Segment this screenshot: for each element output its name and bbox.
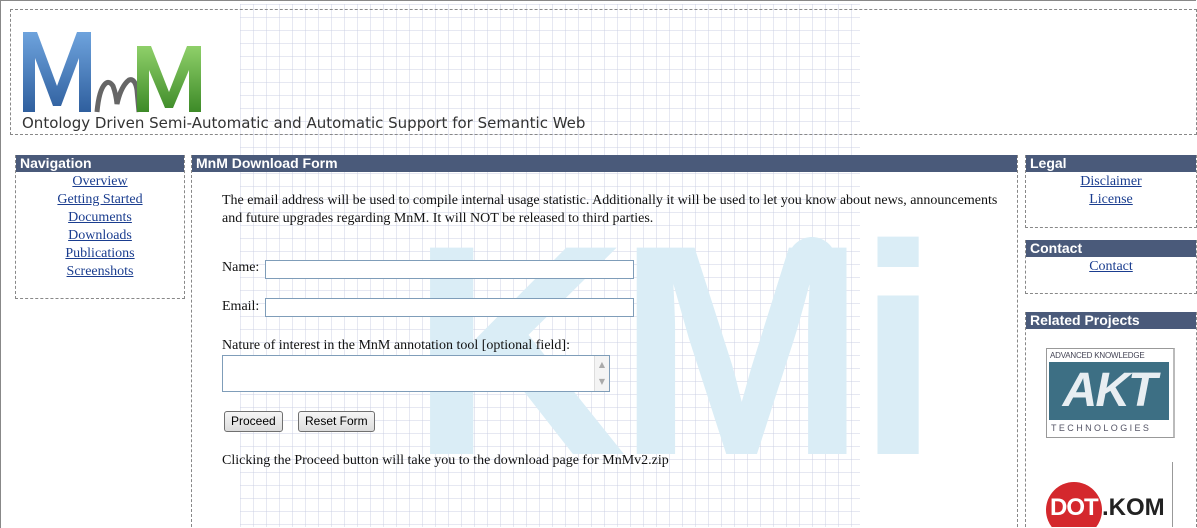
contact-list: Contact [1026, 257, 1196, 276]
nav-link-screenshots[interactable]: Screenshots [67, 264, 134, 279]
navigation-list: Overview Getting Started Documents Downl… [16, 172, 184, 281]
interest-label: Nature of interest in the MnM annotation… [222, 338, 570, 353]
download-form-body: The email address will be used to compil… [192, 192, 1017, 228]
akt-logo-letters: AKT [1062, 364, 1158, 417]
nav-link-overview[interactable]: Overview [72, 174, 127, 189]
dotkom-kom-text: .KOM [1102, 494, 1165, 521]
scroll-down-icon[interactable]: ▼ [595, 373, 609, 390]
nav-link-getting-started[interactable]: Getting Started [57, 192, 142, 207]
proceed-footnote: Clicking the Proceed button will take yo… [222, 453, 669, 468]
disclaimer-link[interactable]: Disclaimer [1080, 174, 1141, 189]
form-intro-text: The email address will be used to compil… [222, 193, 998, 226]
nav-link-downloads[interactable]: Downloads [68, 228, 132, 243]
nav-item-publications: Publications [16, 245, 184, 263]
name-label: Name: [222, 260, 260, 275]
navigation-panel: Navigation Overview Getting Started Docu… [15, 155, 185, 299]
name-input[interactable] [265, 260, 634, 279]
contact-panel: Contact Contact [1025, 240, 1197, 294]
email-input[interactable] [265, 298, 634, 317]
navigation-title: Navigation [16, 155, 184, 172]
site-header: Ontology Driven Semi-Automatic and Autom… [10, 9, 1197, 135]
mnm-logo [23, 32, 201, 113]
nav-item-overview: Overview [16, 173, 184, 191]
legal-title: Legal [1026, 155, 1196, 172]
nav-item-documents: Documents [16, 209, 184, 227]
license-link[interactable]: License [1089, 192, 1133, 207]
akt-logo[interactable]: ADVANCED KNOWLEDGE AKT TECHNOLOGIES [1046, 348, 1175, 438]
site-tagline: Ontology Driven Semi-Automatic and Autom… [22, 114, 586, 132]
contact-item: Contact [1026, 258, 1196, 276]
nav-item-getting-started: Getting Started [16, 191, 184, 209]
reset-form-button[interactable]: Reset Form [298, 411, 375, 432]
interest-row: Nature of interest in the MnM annotation… [222, 338, 570, 354]
legal-item-disclaimer: Disclaimer [1026, 173, 1196, 191]
interest-textarea[interactable]: ▲ ▼ [222, 355, 610, 392]
download-form-title: MnM Download Form [192, 155, 1017, 172]
akt-top-text: ADVANCED KNOWLEDGE [1050, 351, 1145, 360]
nav-item-screenshots: Screenshots [16, 263, 184, 281]
related-projects-title: Related Projects [1026, 312, 1196, 329]
legal-list: Disclaimer License [1026, 172, 1196, 209]
textarea-scrollbar[interactable]: ▲ ▼ [594, 356, 609, 391]
dotkom-divider [1172, 462, 1173, 527]
legal-item-license: License [1026, 191, 1196, 209]
contact-link[interactable]: Contact [1089, 259, 1133, 274]
dotkom-dot-text: DOT [1050, 494, 1099, 521]
download-form-panel: MnM Download Form The email address will… [191, 155, 1018, 527]
scroll-up-icon[interactable]: ▲ [595, 356, 609, 373]
name-row: Name: [222, 260, 259, 276]
email-label: Email: [222, 299, 260, 314]
nav-item-downloads: Downloads [16, 227, 184, 245]
akt-bottom-text: TECHNOLOGIES [1051, 423, 1152, 433]
contact-title: Contact [1026, 240, 1196, 257]
related-projects-panel: Related Projects ADVANCED KNOWLEDGE AKT … [1025, 312, 1197, 527]
email-row: Email: [222, 299, 259, 315]
nav-link-publications[interactable]: Publications [65, 246, 134, 261]
akt-logo-box: AKT [1049, 362, 1169, 420]
dotkom-logo[interactable]: DOT .KOM [1046, 462, 1176, 527]
legal-panel: Legal Disclaimer License [1025, 155, 1197, 228]
nav-link-documents[interactable]: Documents [68, 210, 132, 225]
proceed-button[interactable]: Proceed [224, 411, 283, 432]
